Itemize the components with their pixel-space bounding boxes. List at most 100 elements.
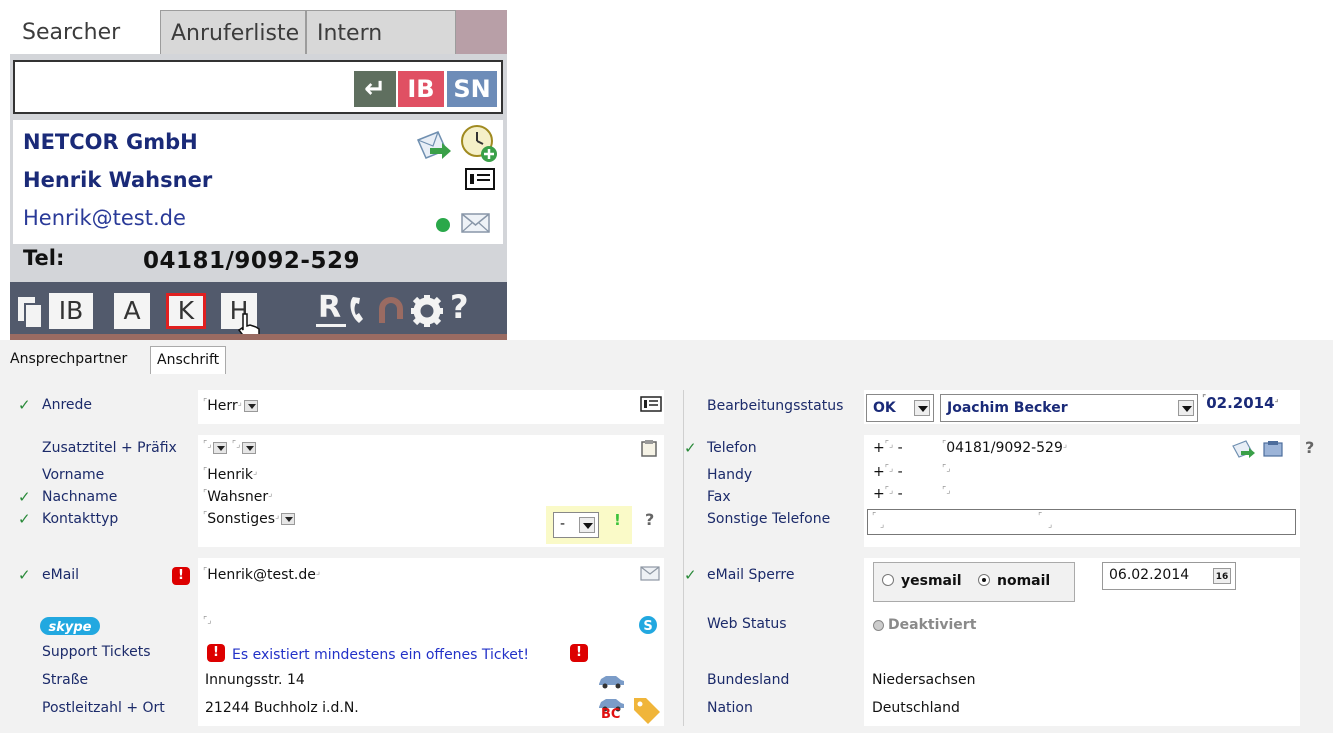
support-tickets-label: Support Tickets	[42, 644, 151, 660]
check-icon: ✓	[684, 566, 697, 584]
email-sperre-radio-group: yesmail nomail	[873, 562, 1075, 602]
help-button[interactable]: ?	[450, 288, 469, 326]
tab-strip-filler	[456, 10, 507, 54]
bc-badge: BC	[601, 707, 621, 722]
handy-number[interactable]: ⌜⌟	[942, 464, 950, 480]
sonstige-telefone-field[interactable]: ⌜ ⌟ ⌜ ⌟	[867, 509, 1296, 535]
email-label: eMail	[42, 567, 80, 583]
car-icon[interactable]	[596, 673, 626, 689]
r-button[interactable]: R	[318, 290, 341, 325]
fax-number[interactable]: ⌜⌟	[942, 486, 950, 502]
phone-icon[interactable]	[347, 295, 373, 327]
skype-icon[interactable]: S	[638, 615, 658, 635]
send-mail-icon[interactable]	[416, 130, 452, 160]
bearbeitungsstatus-label: Bearbeitungsstatus	[707, 398, 844, 414]
action-bar: IB A K H R ?	[10, 282, 507, 340]
clipboard-icon[interactable]	[16, 295, 44, 329]
skype-field[interactable]: ⌜⌟	[203, 616, 211, 632]
kontakttyp-select[interactable]: -	[553, 512, 599, 538]
tab-intern[interactable]: Intern	[306, 10, 456, 54]
contact-form: Ansprechpartner Anschrift ✓ Anrede ⌜Herr…	[0, 340, 1333, 733]
contact-card: NETCOR GmbH Henrik Wahsner Henrik@test.d…	[13, 120, 503, 244]
email-field[interactable]: ⌜Henrik@test.de⌟	[203, 567, 320, 583]
email-sperre-date-field[interactable]: 06.02.2014 16	[1102, 562, 1236, 590]
phone-book-icon[interactable]	[1262, 440, 1284, 458]
status-select[interactable]: OK	[866, 394, 934, 422]
envelope-icon[interactable]	[640, 566, 660, 582]
tag-icon[interactable]	[630, 696, 662, 724]
sn-search-button[interactable]: SN	[447, 71, 497, 107]
nomail-label: nomail	[997, 573, 1051, 589]
vorname-label: Vorname	[42, 467, 105, 483]
searcher-widget: Searcher Anruferliste Intern ↵ IB SN NET…	[10, 6, 507, 340]
company-name: NETCOR GmbH	[23, 130, 198, 154]
alert-icon[interactable]: !	[172, 566, 190, 585]
nomail-radio[interactable]	[978, 574, 990, 586]
ib-button[interactable]: IB	[49, 293, 93, 329]
alert-icon: !	[207, 643, 225, 662]
send-mail-icon[interactable]	[1232, 440, 1256, 458]
telefon-prefix[interactable]: +⌜⌟ -	[873, 440, 903, 456]
contact-email[interactable]: Henrik@test.de	[23, 206, 186, 230]
svg-text:S: S	[643, 619, 652, 634]
calendar-icon[interactable]: 16	[1213, 568, 1231, 584]
gear-icon[interactable]	[410, 294, 444, 328]
tab-anschrift[interactable]: Anschrift	[150, 346, 227, 374]
check-icon: ✓	[18, 566, 31, 584]
tab-searcher[interactable]: Searcher	[10, 10, 157, 54]
plz-ort-label: Postleitzahl + Ort	[42, 700, 165, 716]
skype-logo-icon: skype	[40, 617, 100, 635]
tel-number[interactable]: 04181/9092-529	[143, 248, 360, 274]
kontakttyp-field[interactable]: ⌜Sonstiges⌟	[203, 511, 296, 527]
plz-ort-value: 21244 Buchholz i.d.N.	[205, 700, 359, 716]
anrede-field[interactable]: ⌜Herr⌟	[203, 398, 258, 414]
yesmail-radio[interactable]	[882, 574, 894, 586]
nation-value: Deutschland	[872, 700, 960, 716]
svg-text:skype: skype	[49, 620, 92, 635]
check-icon: ✓	[18, 510, 31, 528]
help-icon[interactable]: ?	[645, 510, 654, 529]
nation-label: Nation	[707, 700, 753, 716]
search-input[interactable]: ↵ IB SN	[13, 60, 503, 114]
telefon-number[interactable]: ⌜04181/9092-529⌟	[942, 440, 1067, 456]
refresh-icon[interactable]	[376, 295, 406, 327]
zusatztitel-field[interactable]: ⌜⌟ ⌜⌟	[203, 440, 257, 456]
bearbeiter-select[interactable]: Joachim Becker	[940, 394, 1198, 422]
anrede-panel	[198, 390, 664, 424]
web-status-value: Deaktiviert	[888, 617, 977, 633]
support-ticket-message[interactable]: Es existiert mindestens ein offenes Tick…	[232, 647, 529, 663]
fax-label: Fax	[707, 489, 731, 505]
chevron-down-icon[interactable]	[243, 400, 258, 412]
chevron-down-icon[interactable]	[281, 513, 296, 525]
k-button[interactable]: K	[166, 293, 206, 329]
telephone-row: Tel: 04181/9092-529	[13, 244, 503, 280]
add-reminder-icon[interactable]	[459, 124, 499, 164]
tab-anruferliste[interactable]: Anruferliste	[160, 10, 306, 54]
widget-body: ↵ IB SN NETCOR GmbH Henrik Wahsner Henri…	[10, 54, 507, 340]
enter-button[interactable]: ↵	[354, 71, 396, 107]
help-icon[interactable]: ?	[1305, 438, 1314, 457]
alert-icon: !	[570, 643, 588, 662]
chevron-down-icon[interactable]	[242, 442, 257, 454]
tel-label: Tel:	[23, 246, 65, 270]
bundesland-label: Bundesland	[707, 672, 790, 688]
tab-ansprechpartner[interactable]: Ansprechpartner	[4, 346, 133, 374]
strasse-value: Innungsstr. 14	[205, 672, 305, 688]
vorname-field[interactable]: ⌜Henrik⌟	[203, 467, 257, 483]
vcard-icon[interactable]	[465, 168, 495, 190]
envelope-icon[interactable]	[461, 212, 491, 234]
check-icon: ✓	[18, 488, 31, 506]
a-button[interactable]: A	[114, 293, 150, 329]
vcard-icon[interactable]	[640, 396, 662, 412]
handy-prefix[interactable]: +⌜⌟ -	[873, 464, 903, 480]
nachname-field[interactable]: ⌜Wahsner⌟	[203, 489, 272, 505]
web-status-label: Web Status	[707, 616, 787, 632]
contact-person: Henrik Wahsner	[23, 168, 213, 192]
ib-search-button[interactable]: IB	[398, 71, 444, 107]
chevron-down-icon[interactable]	[213, 442, 228, 454]
clipboard-icon[interactable]	[641, 439, 657, 457]
status-date[interactable]: ⌜02.2014⌟	[1202, 394, 1279, 412]
zusatztitel-label: Zusatztitel + Präfix	[42, 440, 177, 456]
fax-prefix[interactable]: +⌜⌟ -	[873, 486, 903, 502]
nachname-label: Nachname	[42, 489, 118, 505]
